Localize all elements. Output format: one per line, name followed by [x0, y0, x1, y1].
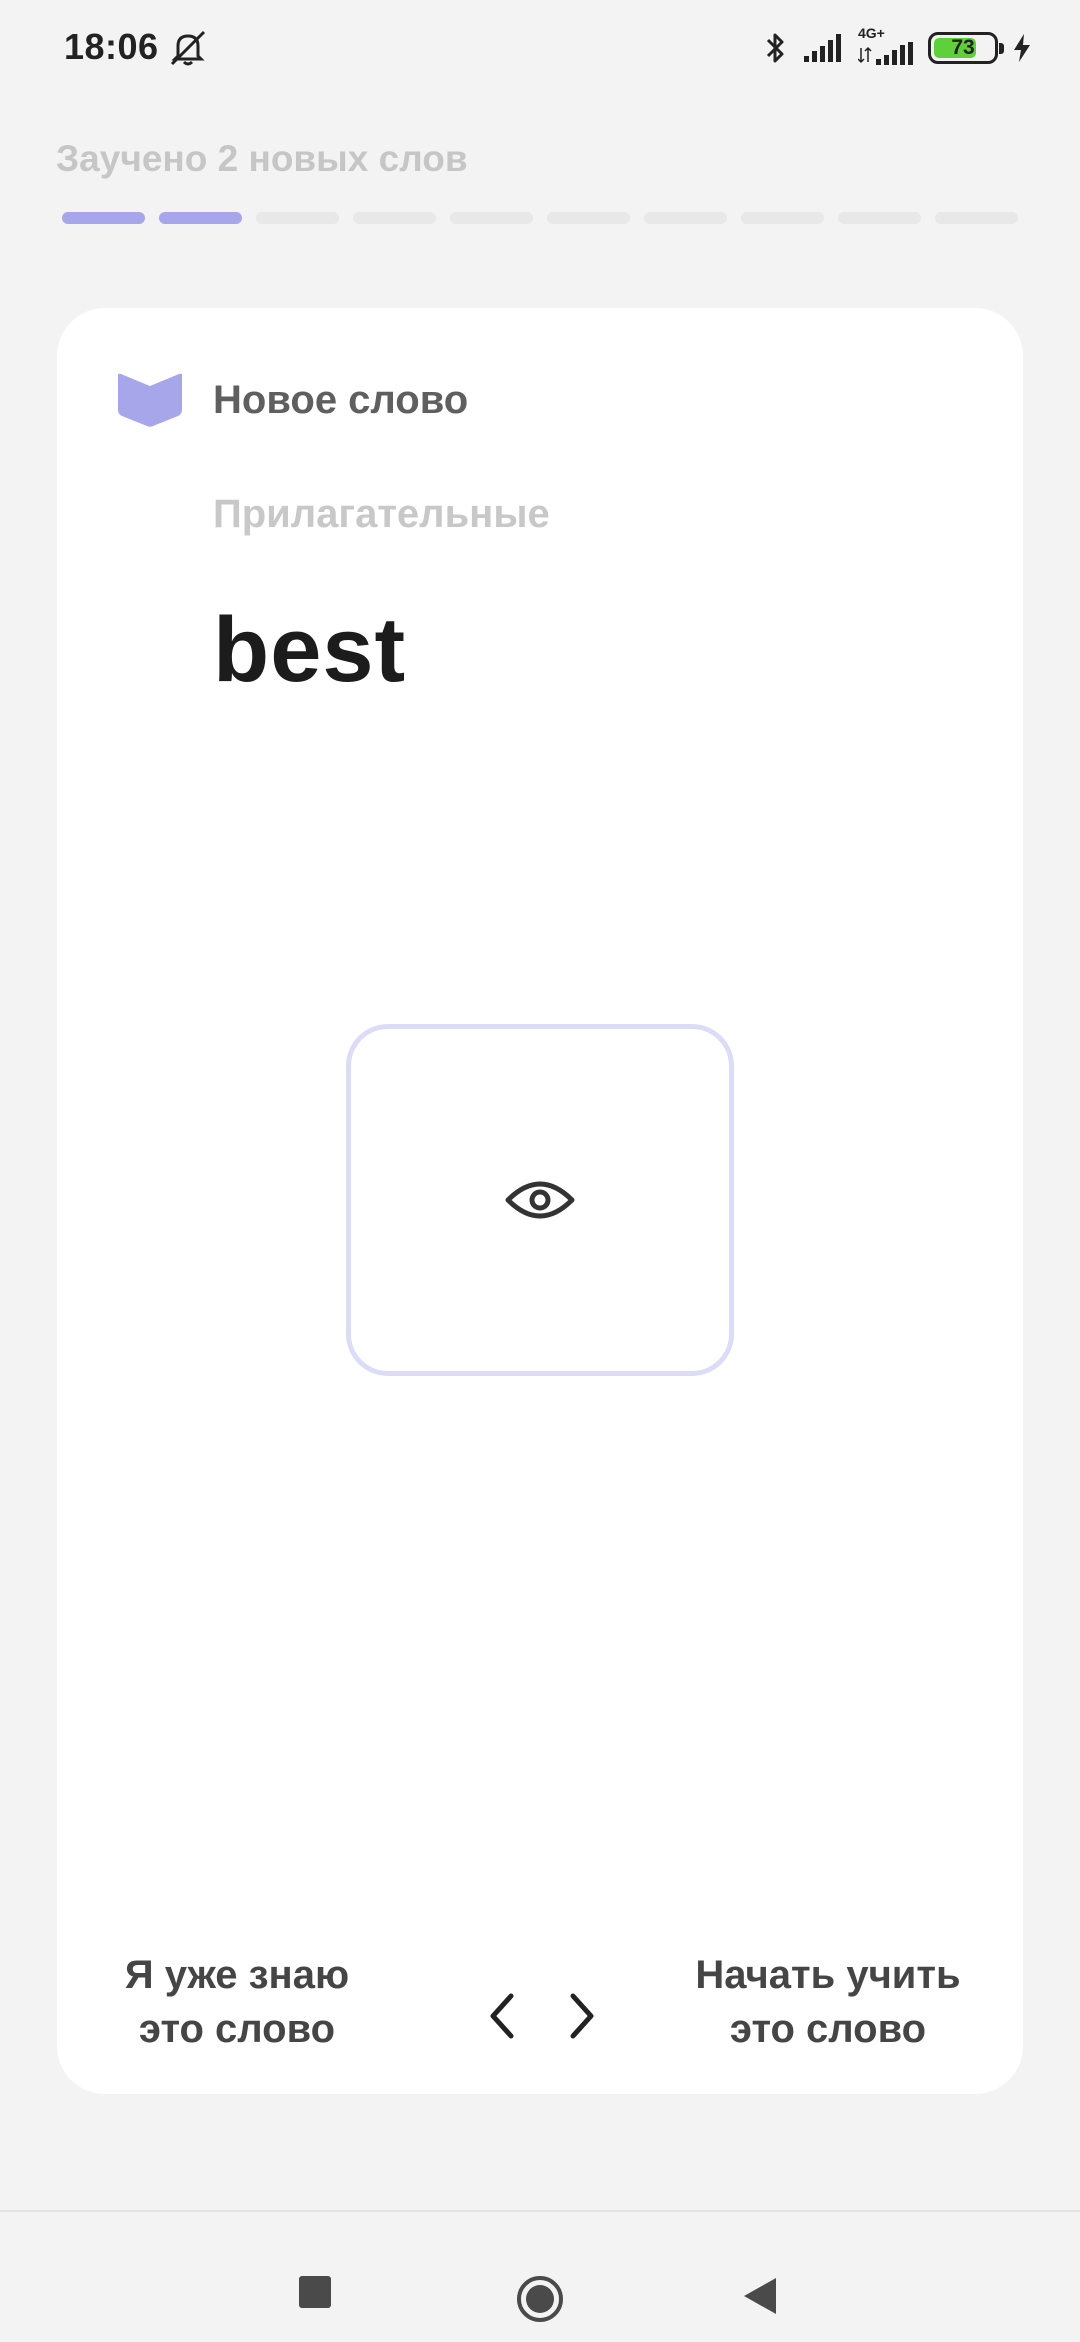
next-word-button[interactable] — [562, 1988, 602, 2044]
card-header-label: Новое слово — [213, 378, 469, 422]
progress-segment — [159, 212, 242, 224]
home-icon[interactable] — [515, 2274, 565, 2324]
progress-segment — [644, 212, 727, 224]
reveal-translation-button[interactable] — [346, 1024, 734, 1376]
progress-segment — [62, 212, 145, 224]
bookmark-icon — [118, 373, 182, 427]
progress-track — [62, 212, 1018, 224]
progress-segment — [838, 212, 921, 224]
status-time: 18:06 — [64, 26, 159, 67]
charging-icon — [1014, 34, 1030, 62]
word-category: Прилагательные — [213, 492, 550, 536]
eye-icon — [505, 1181, 575, 1219]
chevron-right-icon — [570, 1993, 594, 2039]
progress-segment — [353, 212, 436, 224]
signal-icon — [804, 34, 841, 62]
bluetooth-icon — [766, 33, 784, 63]
recent-apps-icon[interactable] — [299, 2276, 331, 2308]
battery-icon: 73 — [928, 32, 1004, 64]
network-type-label: 4G+ — [858, 25, 885, 41]
word-text: best — [213, 599, 407, 701]
previous-word-button[interactable] — [482, 1988, 522, 2044]
back-icon[interactable] — [742, 2276, 778, 2316]
word-card: Новое слово Прилагательные best Я уже зн… — [57, 308, 1023, 2094]
word-navigation — [482, 1986, 602, 2046]
progress-segment — [450, 212, 533, 224]
battery-level: 73 — [951, 36, 975, 59]
status-bar: 18:06 4G+ 73 — [0, 0, 1080, 96]
start-learning-button[interactable]: Начать учить это слово — [663, 1948, 993, 2056]
progress-segment — [256, 212, 339, 224]
signal-4g-icon: 4G+ — [858, 26, 914, 66]
progress-segment — [547, 212, 630, 224]
battery-nub — [999, 43, 1004, 54]
progress-segment — [935, 212, 1018, 224]
system-navigation-bar — [0, 2210, 1080, 2342]
already-know-button[interactable]: Я уже знаю это слово — [87, 1948, 387, 2056]
status-icons: 4G+ 73 — [764, 26, 1032, 70]
chevron-left-icon — [490, 1993, 514, 2039]
mute-bell-icon — [170, 30, 206, 66]
progress-title: Заучено 2 новых слов — [56, 138, 468, 179]
progress-segment — [741, 212, 824, 224]
